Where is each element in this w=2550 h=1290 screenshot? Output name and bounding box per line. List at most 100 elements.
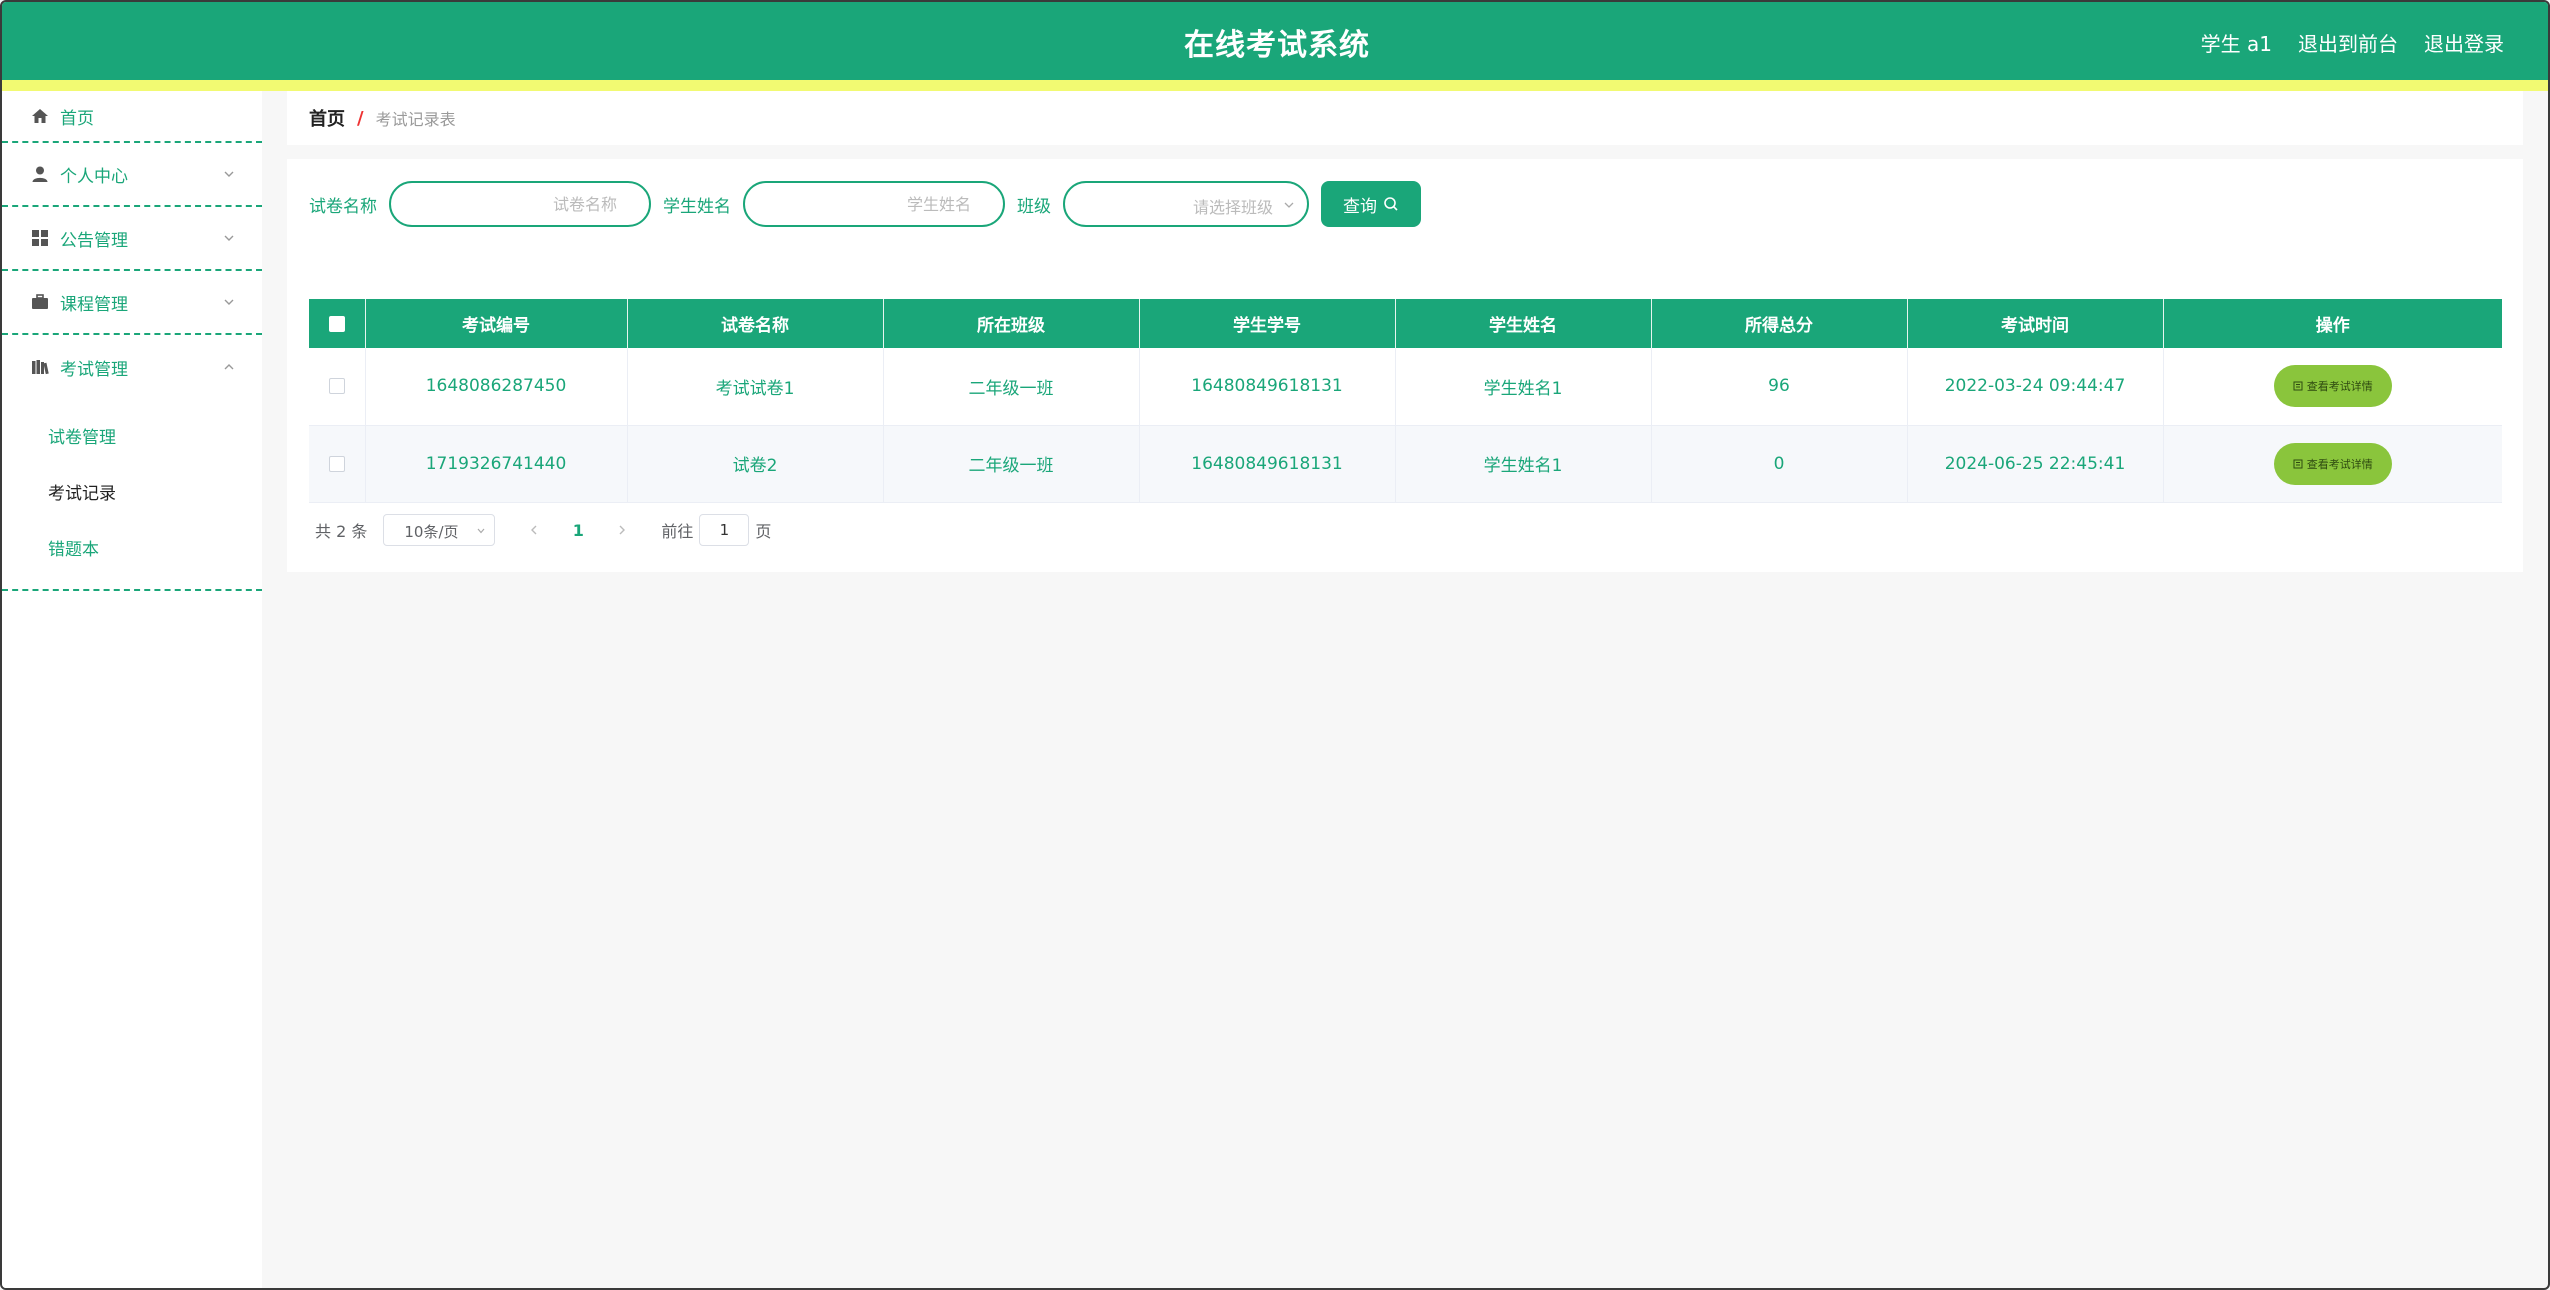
- list-icon: [2293, 459, 2303, 468]
- action-cell: 查看考试详情: [2163, 425, 2502, 503]
- action-cell: 查看考试详情: [2163, 348, 2502, 426]
- sidebar-item-personal-center[interactable]: 个人中心: [2, 143, 262, 207]
- select-all-cell[interactable]: [309, 299, 366, 348]
- header-links: 学生 a1 退出到前台 退出登录: [2201, 28, 2504, 57]
- sidebar-item-home[interactable]: 首页: [2, 91, 262, 143]
- student-no-cell: 16480849618131: [1139, 348, 1396, 426]
- chevron-down-icon: [1284, 202, 1294, 208]
- detail-button-label: 查看考试详情: [2306, 457, 2373, 471]
- query-button-label: 查询: [1343, 196, 1377, 217]
- sidebar-item-label: 个人中心: [60, 166, 128, 187]
- table-header-row: 考试编号 试卷名称 所在班级 学生学号 学生姓名 所得总分 考试时间 操作: [309, 299, 2502, 348]
- chevron-up-icon: [224, 364, 234, 370]
- view-exam-detail-button[interactable]: 查看考试详情: [2273, 365, 2392, 408]
- goto-label: 前往: [661, 522, 694, 541]
- table-row: 1719326741440 试卷2 二年级一班 16480849618131 学…: [309, 425, 2502, 503]
- student-name-cell: 学生姓名1: [1395, 425, 1652, 503]
- select-all-checkbox[interactable]: [328, 315, 345, 332]
- search-filters: 试卷名称 学生姓名 班级 请选择班级 查询: [309, 181, 1421, 227]
- student-name-input[interactable]: [743, 181, 1005, 227]
- column-header: 学生姓名: [1395, 299, 1652, 348]
- sidebar-item-label: 课程管理: [60, 294, 128, 315]
- class-cell: 二年级一班: [883, 348, 1140, 426]
- breadcrumb-separator: /: [357, 107, 364, 129]
- view-exam-detail-button[interactable]: 查看考试详情: [2273, 442, 2392, 485]
- student-name-cell: 学生姓名1: [1395, 348, 1652, 426]
- chevron-right-icon: [619, 525, 626, 535]
- breadcrumb: 首页 / 考试记录表: [287, 91, 2523, 145]
- column-header: 考试时间: [1907, 299, 2164, 348]
- user-icon: [30, 164, 50, 184]
- exam-records-table: 考试编号 试卷名称 所在班级 学生学号 学生姓名 所得总分 考试时间 操作 16…: [309, 299, 2502, 503]
- chevron-down-icon: [224, 171, 234, 177]
- search-icon: [1384, 197, 1398, 211]
- chevron-left-icon: [531, 525, 537, 535]
- grid-icon: [30, 228, 50, 248]
- pagination: 共 2 条 10条/页 1 前往 页: [315, 514, 771, 546]
- exam-id-cell: 1648086287450: [365, 348, 628, 426]
- class-select[interactable]: 请选择班级: [1063, 181, 1309, 227]
- exam-submenu: 试卷管理 考试记录 错题本: [2, 399, 262, 591]
- app-window: 在线考试系统 学生 a1 退出到前台 退出登录 首页 个人中心 公告管理 课程管…: [0, 0, 2550, 1290]
- class-cell: 二年级一班: [883, 425, 1140, 503]
- sidebar-item-label: 考试管理: [60, 359, 128, 380]
- current-user-link[interactable]: 学生 a1: [2201, 28, 2272, 57]
- pagination-total: 共 2 条: [315, 522, 368, 541]
- top-header: 在线考试系统 学生 a1 退出到前台 退出登录: [2, 2, 2548, 80]
- page-suffix: 页: [755, 522, 772, 541]
- paper-name-cell: 考试试卷1: [627, 348, 884, 426]
- sidebar-item-label: 公告管理: [60, 230, 128, 251]
- sidebar-subitem-exam-records[interactable]: 考试记录: [2, 463, 262, 519]
- row-checkbox[interactable]: [328, 455, 345, 472]
- sidebar-item-courses[interactable]: 课程管理: [2, 271, 262, 335]
- next-page-button[interactable]: [607, 515, 637, 545]
- column-header: 所在班级: [883, 299, 1140, 348]
- score-cell: 96: [1651, 348, 1908, 426]
- goto-page-input[interactable]: [699, 514, 750, 546]
- sidebar-item-announcements[interactable]: 公告管理: [2, 207, 262, 271]
- books-icon: [30, 357, 50, 377]
- back-to-front-link[interactable]: 退出到前台: [2298, 28, 2398, 57]
- page-size-value: 10条/页: [404, 523, 459, 541]
- exam-id-cell: 1719326741440: [365, 425, 628, 503]
- prev-page-button[interactable]: [519, 515, 549, 545]
- home-icon: [30, 106, 50, 126]
- query-button[interactable]: 查询: [1321, 181, 1421, 227]
- breadcrumb-home[interactable]: 首页: [309, 105, 345, 131]
- page-number[interactable]: 1: [563, 521, 593, 540]
- exam-time-cell: 2022-03-24 09:44:47: [1907, 348, 2164, 426]
- records-panel: 试卷名称 学生姓名 班级 请选择班级 查询 考试编号: [287, 159, 2523, 572]
- chevron-down-icon: [224, 299, 234, 305]
- student-name-label: 学生姓名: [663, 196, 731, 217]
- row-select-cell: [309, 425, 366, 503]
- chevron-down-icon: [224, 235, 234, 241]
- header-accent-strip: [2, 80, 2548, 91]
- row-checkbox[interactable]: [328, 378, 345, 395]
- sidebar: 首页 个人中心 公告管理 课程管理 考试管理 试卷管理 考试记录 错题本: [2, 91, 262, 1288]
- paper-name-cell: 试卷2: [627, 425, 884, 503]
- exam-time-cell: 2024-06-25 22:45:41: [1907, 425, 2164, 503]
- row-select-cell: [309, 348, 366, 426]
- table-row: 1648086287450 考试试卷1 二年级一班 16480849618131…: [309, 348, 2502, 426]
- column-header: 所得总分: [1651, 299, 1908, 348]
- column-header: 考试编号: [365, 299, 628, 348]
- breadcrumb-current: 考试记录表: [375, 110, 456, 129]
- column-header: 学生学号: [1139, 299, 1396, 348]
- logout-link[interactable]: 退出登录: [2424, 28, 2504, 57]
- sidebar-subitem-paper-management[interactable]: 试卷管理: [2, 407, 262, 463]
- paper-name-input[interactable]: [389, 181, 651, 227]
- sidebar-subitem-wrong-questions[interactable]: 错题本: [2, 519, 262, 575]
- score-cell: 0: [1651, 425, 1908, 503]
- sidebar-item-label: 首页: [60, 108, 94, 129]
- column-header: 试卷名称: [627, 299, 884, 348]
- sidebar-item-exam-management[interactable]: 考试管理: [2, 335, 262, 399]
- class-select-placeholder: 请选择班级: [1192, 198, 1273, 217]
- detail-button-label: 查看考试详情: [2306, 380, 2373, 394]
- app-title: 在线考试系统: [1184, 28, 1370, 63]
- paper-name-label: 试卷名称: [309, 196, 377, 217]
- page-size-select[interactable]: 10条/页: [383, 514, 496, 546]
- briefcase-icon: [30, 292, 50, 312]
- column-header: 操作: [2163, 299, 2502, 348]
- student-no-cell: 16480849618131: [1139, 425, 1396, 503]
- list-icon: [2293, 381, 2303, 391]
